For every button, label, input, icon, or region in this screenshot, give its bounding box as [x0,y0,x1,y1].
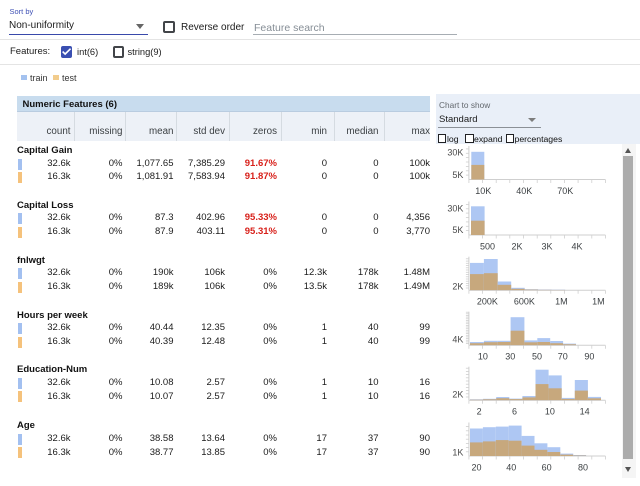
svg-text:200K: 200K [477,297,498,307]
svg-text:70: 70 [558,352,568,362]
svg-text:30K: 30K [447,148,463,158]
svg-text:80: 80 [578,463,588,473]
svg-text:60: 60 [542,463,552,473]
svg-text:2K: 2K [452,281,463,291]
svg-text:14: 14 [580,407,590,417]
svg-text:10K: 10K [475,186,491,196]
svg-text:600K: 600K [514,297,535,307]
svg-text:5K: 5K [452,225,463,235]
svg-text:2: 2 [477,407,482,417]
svg-text:1K: 1K [452,448,463,458]
svg-text:3K: 3K [541,242,552,252]
svg-text:500: 500 [480,242,495,252]
svg-text:4K: 4K [571,242,582,252]
svg-text:90: 90 [584,352,594,362]
svg-text:2K: 2K [511,242,522,252]
svg-text:5K: 5K [452,170,463,180]
svg-text:40K: 40K [516,186,532,196]
svg-text:10: 10 [478,352,488,362]
svg-text:20: 20 [471,463,481,473]
svg-text:30K: 30K [447,204,463,214]
svg-text:40: 40 [506,463,516,473]
svg-text:10: 10 [545,407,555,417]
svg-text:70K: 70K [557,186,573,196]
svg-text:4K: 4K [452,334,463,344]
svg-text:6: 6 [512,407,517,417]
svg-text:2K: 2K [452,389,463,399]
svg-text:30: 30 [505,352,515,362]
svg-text:1M: 1M [555,297,568,307]
svg-text:1M: 1M [592,297,605,307]
svg-text:50: 50 [532,352,542,362]
